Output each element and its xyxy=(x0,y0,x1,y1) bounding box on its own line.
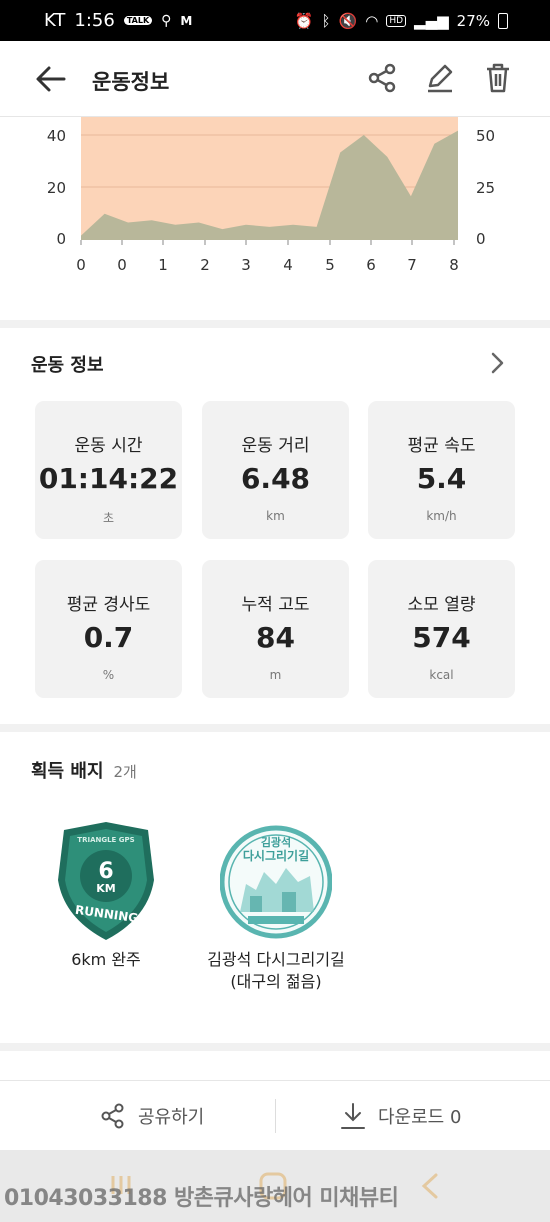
stat-label: 운동 거리 xyxy=(241,436,310,456)
share-icon[interactable] xyxy=(366,62,398,94)
section-divider xyxy=(0,320,550,328)
x-axis-tick-label: 4 xyxy=(283,256,293,274)
signal-icon: ▂▄▆ xyxy=(414,11,449,30)
back-nav-icon[interactable] xyxy=(418,1172,442,1200)
stat-value: 01:14:22 xyxy=(38,462,179,495)
badges-title: 획득 배지 xyxy=(31,761,104,782)
clock: 1:56 xyxy=(74,10,115,31)
x-axis-tick-label: 7 xyxy=(407,256,417,274)
badges-count: 2개 xyxy=(113,763,137,781)
stamp-line2: 다시그리기길 xyxy=(243,848,309,863)
stat-value: 0.7 xyxy=(83,621,134,654)
stat-unit: % xyxy=(102,668,115,682)
app-bar: 운동정보 xyxy=(0,41,550,117)
x-axis-tick-label: 0 xyxy=(117,256,127,274)
battery-icon xyxy=(498,12,508,29)
badge-shield-num: 6 xyxy=(98,859,113,884)
x-axis-tick-label: 8 xyxy=(449,256,459,274)
x-axis-tick-label: 1 xyxy=(158,256,168,274)
shoe-icon: ⚲ xyxy=(161,12,172,29)
x-axis-tick-label: 5 xyxy=(325,256,335,274)
x-axis-tick-label: 3 xyxy=(241,256,251,274)
y-right-tick: 25 xyxy=(476,179,495,197)
stat-label: 소모 열량 xyxy=(407,595,476,615)
stamp-line1: 김광석 xyxy=(261,835,291,849)
badges-section-title: 획득 배지 2개 xyxy=(31,757,137,783)
badge-name-line2: (대구의 젊음) xyxy=(230,972,322,991)
stat-label: 평균 속도 xyxy=(407,436,476,456)
download-button[interactable]: 다운로드 0 xyxy=(340,1081,461,1151)
stat-card-avg-slope: 평균 경사도 0.7 % xyxy=(35,560,182,698)
talk-icon: TALK xyxy=(123,16,153,25)
x-axis-tick-label: 6 xyxy=(366,256,376,274)
download-icon xyxy=(341,1103,365,1129)
chevron-right-icon[interactable] xyxy=(488,350,508,376)
badge-shield-top: TRIANGLE GPS xyxy=(77,836,134,844)
section-divider xyxy=(0,1043,550,1051)
back-arrow-icon[interactable] xyxy=(34,63,68,95)
stat-unit: km/h xyxy=(426,509,457,523)
stat-unit: 초 xyxy=(102,511,115,525)
y-left-tick: 40 xyxy=(47,127,66,145)
stat-value: 84 xyxy=(256,621,295,654)
m-icon: M xyxy=(180,13,193,28)
elevation-chart: 40 20 0 50 25 0 0012345678 xyxy=(0,117,550,322)
elevation-chart-svg: 40 20 0 50 25 0 0012345678 xyxy=(47,117,495,274)
x-axis-tick-label: 0 xyxy=(76,256,86,274)
badge-shield-km: KM xyxy=(96,882,115,895)
section-divider xyxy=(0,724,550,732)
stat-label: 누적 고도 xyxy=(241,595,310,615)
stat-card-calories: 소모 열량 574 kcal xyxy=(368,560,515,698)
bottom-action-bar: 공유하기 다운로드 0 xyxy=(0,1080,550,1150)
badge-name-line1: 김광석 다시그리기길 xyxy=(207,950,345,969)
stat-card-avg-speed: 평균 속도 5.4 km/h xyxy=(368,401,515,539)
watermark-text: 01043033188 방촌큐사랑헤어 미채뷰티 xyxy=(4,1186,399,1211)
stat-value: 574 xyxy=(412,621,471,654)
battery-percent: 27% xyxy=(456,11,490,30)
stat-unit: km xyxy=(266,509,285,523)
stats-section-title: 운동 정보 xyxy=(31,355,104,376)
share-icon xyxy=(101,1103,124,1129)
trash-icon[interactable] xyxy=(482,62,514,94)
stat-card-distance: 운동 거리 6.48 km xyxy=(202,401,349,539)
status-right: ⏰ ᛒ 🔇 ◠ HD ▂▄▆ 27% xyxy=(295,12,508,30)
y-left-tick: 20 xyxy=(47,179,66,197)
running-badge-icon: TRIANGLE GPS 6 KM RUNNING xyxy=(58,822,154,940)
wifi-icon: ◠ xyxy=(365,11,379,30)
y-right-tick: 50 xyxy=(476,127,495,145)
edit-icon[interactable] xyxy=(424,62,456,94)
stat-unit: m xyxy=(269,668,282,682)
stamp-badge-icon: 김광석 다시그리기길 xyxy=(220,825,332,939)
stat-card-elevation-gain: 누적 고도 84 m xyxy=(202,560,349,698)
stat-card-duration: 운동 시간 01:14:22 초 xyxy=(35,401,182,539)
x-axis-tick-label: 2 xyxy=(200,256,210,274)
share-button[interactable]: 공유하기 xyxy=(100,1081,204,1151)
stat-unit: kcal xyxy=(429,668,454,682)
status-bar: KT 1:56 TALK ⚲ M ⏰ ᛒ 🔇 ◠ HD ▂▄▆ 27% xyxy=(0,0,550,41)
hd-icon: HD xyxy=(386,14,407,27)
badge-kim-kwangseok[interactable]: 김광석 다시그리기길 김광석 다시그리기길 (대구의 젊음) xyxy=(191,820,361,993)
stat-value: 5.4 xyxy=(416,462,467,495)
share-label: 공유하기 xyxy=(138,1107,205,1128)
page-title: 운동정보 xyxy=(92,70,170,94)
mute-icon: 🔇 xyxy=(338,11,358,30)
stat-value: 6.48 xyxy=(240,462,311,495)
carrier-label: KT xyxy=(44,10,66,31)
bottom-bar-divider xyxy=(275,1099,276,1133)
stat-label: 평균 경사도 xyxy=(66,595,151,615)
download-label: 다운로드 0 xyxy=(378,1107,462,1128)
badge-6km[interactable]: TRIANGLE GPS 6 KM RUNNING 6km 완주 xyxy=(40,820,172,971)
stat-label: 운동 시간 xyxy=(74,436,143,456)
alarm-icon: ⏰ xyxy=(294,11,314,30)
y-left-tick: 0 xyxy=(56,230,66,248)
y-right-tick: 0 xyxy=(476,230,486,248)
badge-name: 6km 완주 xyxy=(71,950,141,969)
bluetooth-icon: ᛒ xyxy=(321,11,331,30)
status-left: KT 1:56 TALK ⚲ M xyxy=(44,10,192,31)
